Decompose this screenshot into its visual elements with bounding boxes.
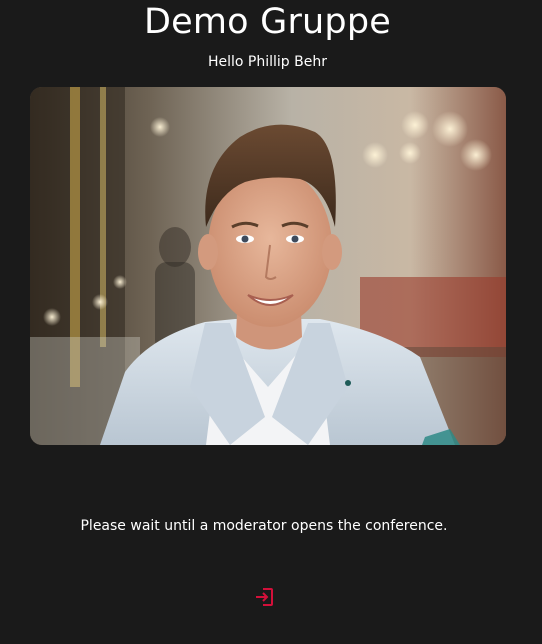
participant-video: [30, 87, 506, 445]
greeting-text: Hello Phillip Behr: [208, 54, 327, 70]
participant-photo: [30, 87, 506, 445]
waiting-room: Demo Gruppe Hello Phillip Behr Please wa…: [0, 0, 542, 644]
login-icon: [256, 588, 273, 606]
enter-conference-button[interactable]: [251, 584, 277, 610]
waiting-message: Please wait until a moderator opens the …: [80, 518, 448, 534]
group-title: Demo Gruppe: [144, 2, 391, 42]
